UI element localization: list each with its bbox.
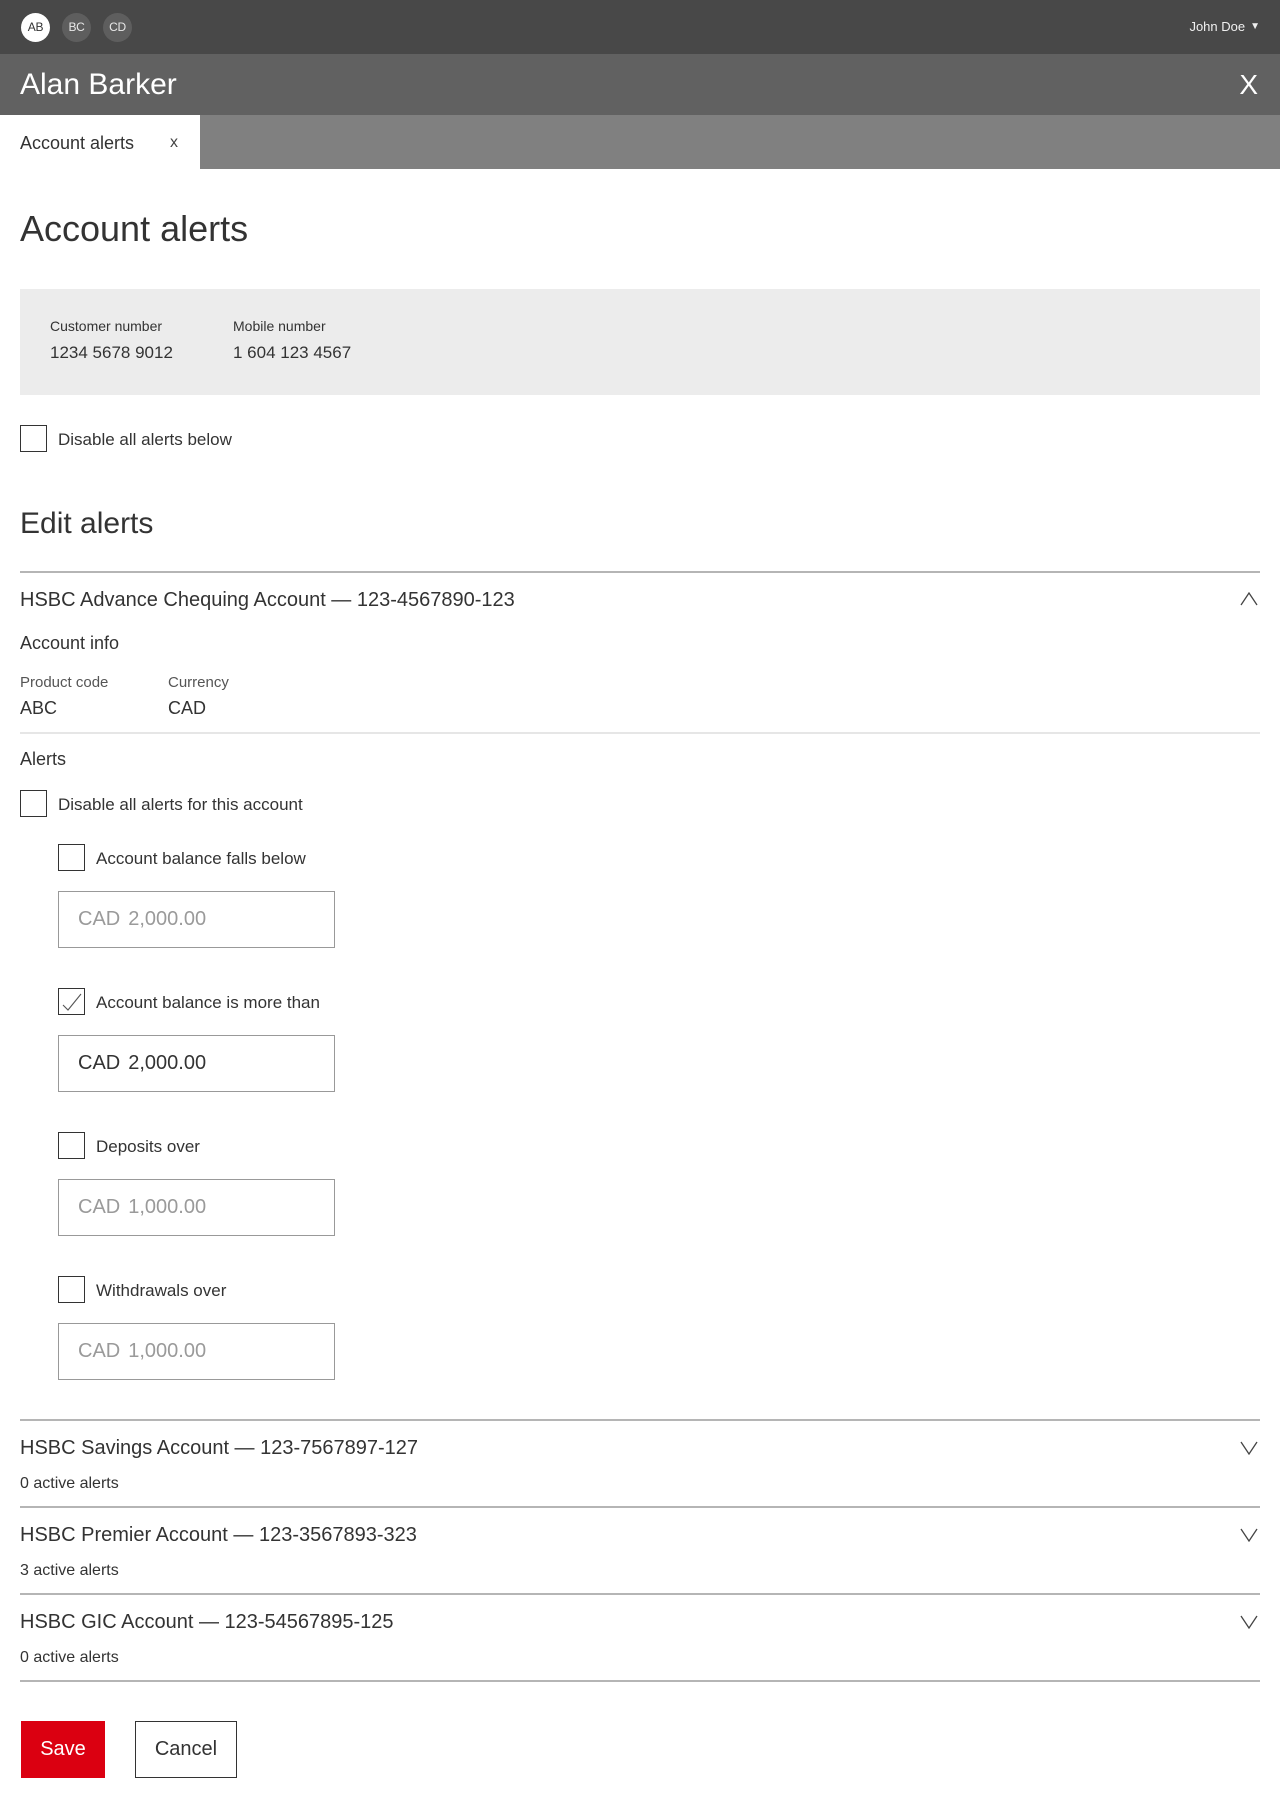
alert-balance-below-amount-input[interactable]: CAD 2,000.00 [58,891,335,948]
alert-deposits-over-label: Deposits over [96,1137,200,1156]
divider [20,1506,1260,1508]
tab-close-icon[interactable]: x [170,134,178,152]
currency-prefix: CAD [78,1052,121,1074]
currency-label: Currency [168,674,229,691]
divider [20,732,1260,734]
currency-prefix: CAD [78,1340,121,1362]
alert-deposits-over-checkbox[interactable] [58,1132,85,1159]
active-alerts-count: 3 active alerts [20,1562,119,1579]
currency-value: CAD [168,698,207,718]
mobile-number-label: Mobile number [233,318,326,334]
customer-avatar-bc[interactable]: BC [62,13,91,42]
user-name: John Doe [1189,19,1246,34]
caret-down-icon: ▼ [1250,21,1260,32]
amount-value: 2,000.00 [128,1052,207,1074]
chevron-down-icon[interactable] [1240,1528,1258,1542]
alert-deposits-over-amount-input[interactable]: CAD 1,000.00 [58,1179,335,1236]
customer-number-field: Customer number 1234 5678 9012 [50,318,173,363]
divider [20,571,1260,573]
divider [20,1680,1260,1682]
amount-value: 1,000.00 [128,1340,207,1362]
alert-withdrawals-over-amount-input[interactable]: CAD 1,000.00 [58,1323,335,1380]
checkmark-icon [62,993,82,1011]
alert-balance-more-than-amount-input[interactable]: CAD 2,000.00 [58,1035,335,1092]
cancel-button[interactable]: Cancel [135,1721,237,1778]
alert-balance-more-than-checkbox[interactable] [58,988,85,1015]
account-header-savings[interactable]: HSBC Savings Account — 123-7567897-127 [20,1437,418,1460]
product-code-label: Product code [20,674,109,691]
currency-prefix: CAD [78,1196,121,1218]
disable-all-checkbox[interactable] [20,425,47,452]
user-menu[interactable]: John Doe ▼ [1189,19,1260,34]
tab-account-alerts[interactable]: Account alerts x [0,115,200,169]
disable-account-alerts-label: Disable all alerts for this account [58,795,303,814]
disable-account-alerts-checkbox[interactable] [20,790,47,817]
chevron-up-icon[interactable] [1240,592,1258,606]
account-header-gic[interactable]: HSBC GIC Account — 123-54567895-125 [20,1611,394,1634]
customer-number-value: 1234 5678 9012 [50,343,173,362]
currency-prefix: CAD [78,908,121,930]
customer-name: Alan Barker [20,68,177,101]
alert-withdrawals-over-label: Withdrawals over [96,1281,227,1300]
divider [20,1419,1260,1421]
save-button[interactable]: Save [21,1721,105,1778]
chevron-down-icon[interactable] [1240,1615,1258,1629]
disable-all-label: Disable all alerts below [58,430,232,449]
customer-number-label: Customer number [50,318,163,334]
divider [20,1593,1260,1595]
customer-title-bar: Alan Barker X [0,54,1280,115]
close-customer-icon[interactable]: X [1239,69,1258,101]
page-title: Account alerts [20,208,249,249]
edit-alerts-title: Edit alerts [20,507,154,540]
alert-withdrawals-over-checkbox[interactable] [58,1276,85,1303]
account-header-chequing[interactable]: HSBC Advance Chequing Account — 123-4567… [20,589,515,612]
top-bar: AB BC CD John Doe ▼ [0,0,1280,54]
active-alerts-count: 0 active alerts [20,1649,119,1666]
account-info-title: Account info [20,633,120,653]
alerts-title: Alerts [20,749,67,769]
customer-avatar-ab[interactable]: AB [21,13,50,42]
amount-value: 2,000.00 [128,908,207,930]
tab-label: Account alerts [20,133,135,153]
customer-info-box: Customer number 1234 5678 9012 Mobile nu… [20,289,1260,395]
tab-bar: Account alerts x [0,115,1280,169]
amount-value: 1,000.00 [128,1196,207,1218]
chevron-down-icon[interactable] [1240,1441,1258,1455]
alert-balance-more-than-label: Account balance is more than [96,993,320,1012]
active-alerts-count: 0 active alerts [20,1475,119,1492]
account-header-premier[interactable]: HSBC Premier Account — 123-3567893-323 [20,1524,417,1547]
product-code-value: ABC [20,698,58,718]
customer-avatar-cd[interactable]: CD [103,13,132,42]
alert-balance-below-checkbox[interactable] [58,844,85,871]
mobile-number-field: Mobile number 1 604 123 4567 [233,318,351,363]
mobile-number-value: 1 604 123 4567 [233,343,352,362]
alert-balance-below-label: Account balance falls below [96,849,306,868]
